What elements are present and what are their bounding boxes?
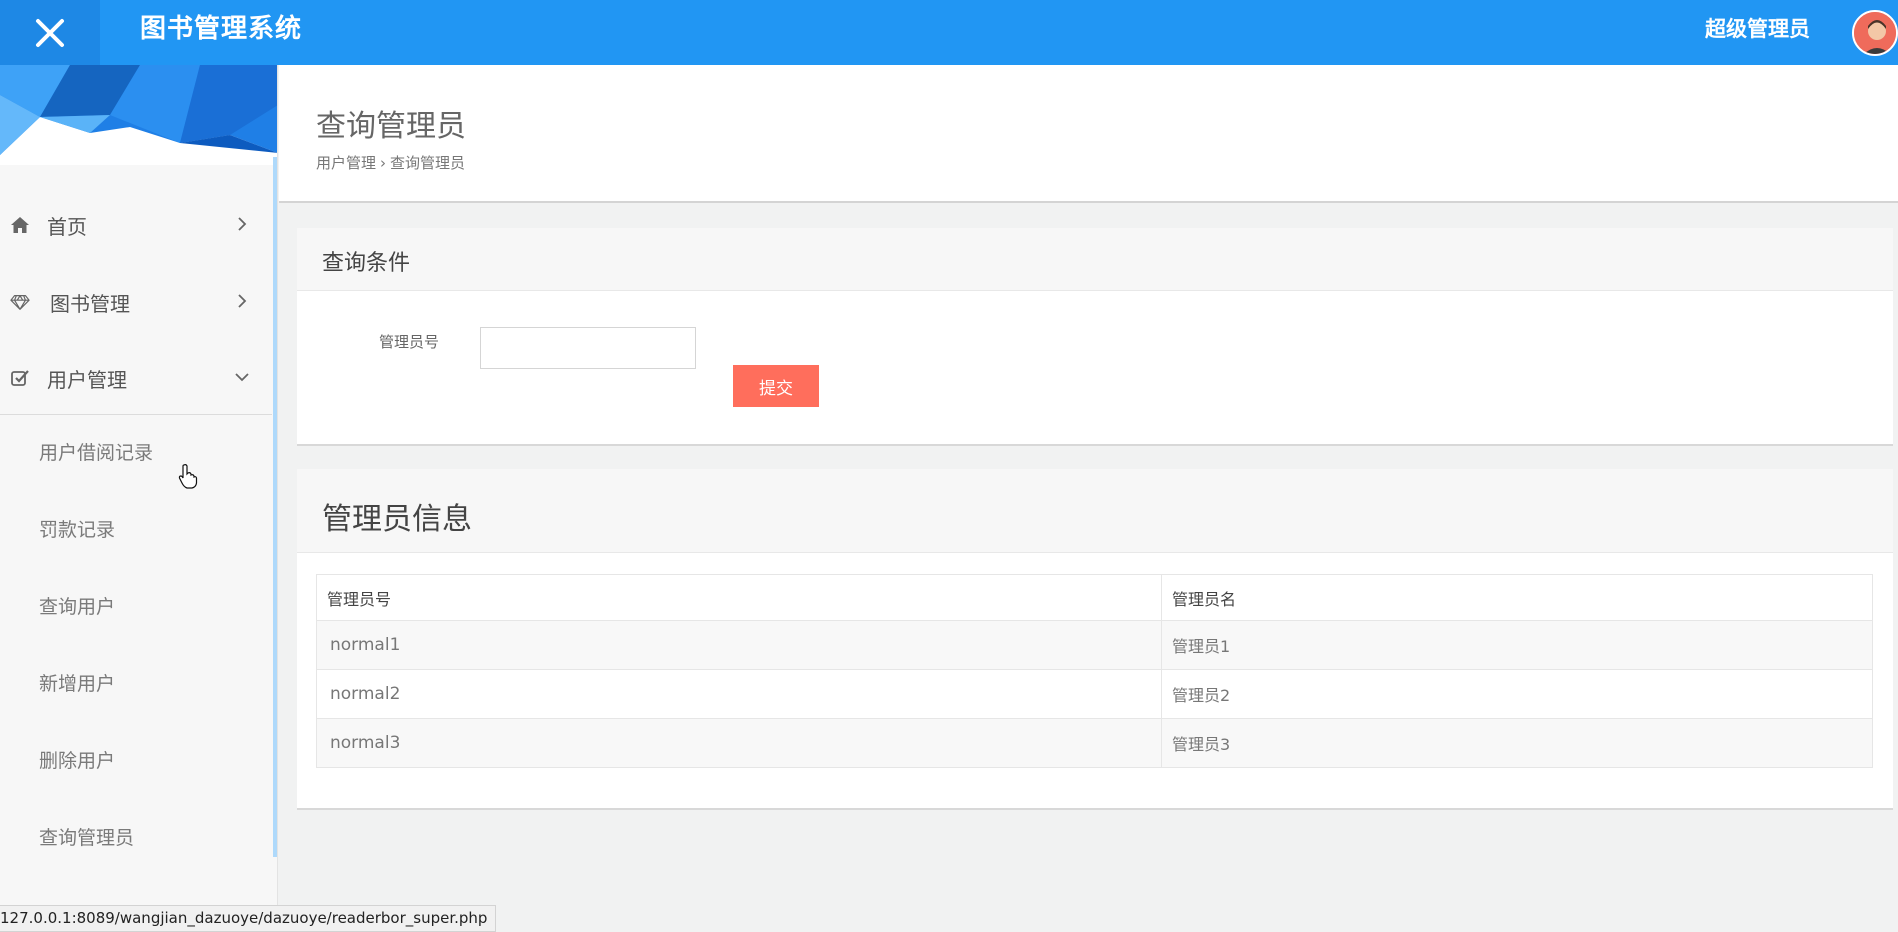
- page-title: 查询管理员: [316, 109, 466, 144]
- query-panel: 查询条件 管理员号 提交: [297, 228, 1893, 446]
- admin-table: 管理员号 管理员名 normal1 管理员1 normal2 管理员2 norm…: [316, 574, 1873, 768]
- chevron-down-icon: [232, 367, 252, 387]
- table-row: normal1 管理员1: [316, 620, 1873, 670]
- sidebar-subitem-query-user[interactable]: 查询用户: [0, 569, 270, 645]
- avatar[interactable]: [1852, 10, 1898, 56]
- admin-id-label: 管理员号: [379, 333, 440, 351]
- table-row: normal2 管理员2: [316, 669, 1873, 719]
- page-header: 查询管理员 用户管理 › 查询管理员: [279, 65, 1898, 203]
- sidebar-item-label: 首页: [47, 214, 87, 239]
- close-icon: [36, 18, 64, 47]
- table-header-row: 管理员号 管理员名: [316, 574, 1873, 621]
- table-row: normal3 管理员3: [316, 718, 1873, 768]
- hand-cursor-icon: [178, 464, 198, 489]
- admin-id-cell: normal3: [316, 718, 1162, 768]
- admin-id-cell: normal2: [316, 669, 1162, 719]
- sidebar-item-users[interactable]: 用户管理: [0, 340, 270, 416]
- app-title: 图书管理系统: [140, 14, 303, 44]
- admin-id-cell: normal1: [316, 620, 1162, 670]
- sidebar-toggle-button[interactable]: [0, 0, 100, 65]
- sidebar-item-label: 图书管理: [50, 291, 130, 316]
- admin-name-cell: 管理员3: [1161, 718, 1873, 768]
- user-name[interactable]: 超级管理员: [1705, 0, 1810, 65]
- chevron-right-icon: [232, 291, 252, 311]
- sidebar-subitem-fine-records[interactable]: 罚款记录: [0, 492, 270, 568]
- sidebar-subitem-delete-user[interactable]: 删除用户: [0, 723, 270, 799]
- result-panel: 管理员信息 管理员号 管理员名 normal1 管理员1 normal2 管理员…: [297, 469, 1893, 810]
- sidebar-subitem-query-admin[interactable]: 查询管理员: [0, 800, 270, 876]
- result-panel-title: 管理员信息: [322, 502, 472, 537]
- diamond-icon: [9, 291, 31, 313]
- admin-id-input[interactable]: [480, 327, 696, 369]
- status-bar-url: 127.0.0.1:8089/wangjian_dazuoye/dazuoye/…: [0, 905, 497, 932]
- admin-name-cell: 管理员2: [1161, 669, 1873, 719]
- sidebar-subitem-borrow-records[interactable]: 用户借阅记录: [0, 415, 270, 491]
- avatar-image: [1854, 12, 1896, 54]
- query-panel-header: 查询条件: [297, 228, 1893, 291]
- sidebar-banner: [0, 65, 277, 165]
- sidebar-scrollbar[interactable]: [273, 157, 277, 857]
- polygon-banner-image: [0, 65, 277, 165]
- column-header-admin-name[interactable]: 管理员名: [1161, 574, 1873, 621]
- sidebar-subitem-add-user[interactable]: 新增用户: [0, 646, 270, 722]
- column-header-admin-id[interactable]: 管理员号: [316, 574, 1162, 621]
- result-panel-header: 管理员信息: [297, 469, 1893, 553]
- sidebar-item-home[interactable]: 首页: [0, 187, 270, 263]
- breadcrumb-item[interactable]: 用户管理: [316, 154, 376, 172]
- top-bar: 图书管理系统 超级管理员: [0, 0, 1898, 65]
- admin-name-cell: 管理员1: [1161, 620, 1873, 670]
- chevron-right-icon: [232, 214, 252, 234]
- home-icon: [9, 214, 31, 236]
- query-panel-title: 查询条件: [322, 251, 411, 276]
- breadcrumb: 用户管理 › 查询管理员: [316, 152, 465, 173]
- sidebar: 首页 图书管理 用户管理 用户借阅记录 罚款记录 查询用户 新增用户 删除用户 …: [0, 65, 278, 932]
- breadcrumb-separator: ›: [380, 154, 387, 172]
- breadcrumb-item-current: 查询管理员: [390, 154, 466, 172]
- sidebar-item-label: 用户管理: [47, 367, 127, 392]
- sidebar-item-books[interactable]: 图书管理: [0, 264, 270, 340]
- submit-button[interactable]: 提交: [733, 365, 819, 407]
- check-square-icon: [9, 367, 31, 389]
